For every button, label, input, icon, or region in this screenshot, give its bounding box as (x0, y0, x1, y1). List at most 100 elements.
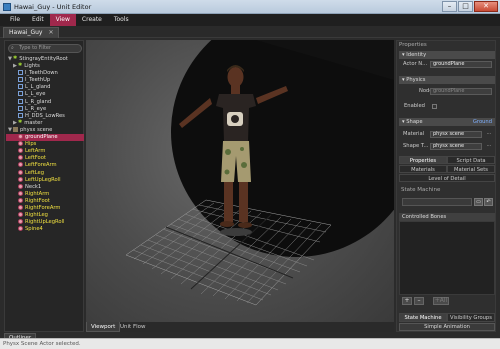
mesh-icon (18, 70, 23, 76)
tree-item[interactable]: LeftArm (6, 148, 84, 155)
enabled-checkbox[interactable] (432, 104, 437, 109)
tree-item-label: RightLeg (25, 212, 48, 219)
tree-item[interactable]: RightLeg (6, 212, 84, 219)
viewport-tab-bar: Viewport Unit Flow (86, 322, 394, 332)
bone-icon (18, 190, 23, 196)
section-shape[interactable]: ▾ Shape Ground (399, 118, 495, 126)
title-bar: Hawai_Guy - Unit Editor – □ ✕ (0, 0, 500, 14)
bone-icon (18, 183, 23, 189)
filter-input[interactable]: ⌕ Type to Filter (8, 44, 82, 53)
actor-name-label: Actor N... (403, 61, 428, 67)
outliner-panel: ⌕ Type to Filter ▼✱ StingrayEntityRoot ▶✱ L… (4, 40, 84, 332)
close-button[interactable]: ✕ (474, 1, 498, 12)
tree-item[interactable]: Hips (6, 141, 84, 148)
tab-state-machine[interactable]: State Machine (399, 313, 447, 322)
tab-properties[interactable]: Properties (399, 156, 447, 164)
tree-item-label: L_L_eye (25, 91, 46, 98)
material-select-dropdown[interactable]: ⋯ (485, 131, 493, 138)
tree-item-label: LeftArm (25, 148, 46, 155)
tree-item-label: RightForeArm (25, 204, 61, 211)
menu-edit[interactable]: Edit (26, 14, 50, 26)
tree-item-label: LeftForeArm (25, 162, 57, 169)
tree-item[interactable]: ▼ physx scene (6, 126, 84, 134)
window-controls: – □ ✕ (442, 1, 498, 12)
simple-animation-tab[interactable]: Simple Animation (399, 323, 495, 331)
controlled-bones-list[interactable] (399, 221, 495, 295)
tree-item[interactable]: LeftFoot (6, 155, 84, 162)
properties-tab-row-2: Materials Material Sets (399, 165, 495, 173)
tab-unit-flow[interactable]: Unit Flow (116, 322, 150, 332)
actor-name-field[interactable]: groundPlane (430, 61, 492, 68)
menu-view[interactable]: View (49, 14, 76, 26)
shape-template-select[interactable]: physx scene (430, 143, 482, 150)
section-physics[interactable]: ▾ Physics (399, 76, 495, 84)
tree-item-label: L_R_eye (25, 105, 47, 112)
mesh-icon (18, 91, 23, 97)
tree-item-label: LeftLeg (25, 169, 45, 176)
minimize-button[interactable]: – (442, 1, 457, 12)
tree-item[interactable]: L_R_eye (6, 105, 84, 113)
gear-icon: ✱ (18, 62, 23, 69)
menu-tools[interactable]: Tools (108, 14, 135, 26)
section-shape-label: Shape (406, 119, 423, 125)
tree-item[interactable]: groundPlane (6, 134, 84, 142)
actor-name-row: Actor N... groundPlane (401, 60, 495, 69)
material-select[interactable]: physx scene (430, 131, 482, 138)
bone-icon (18, 162, 23, 168)
bone-icon (18, 226, 23, 232)
tree-item[interactable]: RightForeArm (6, 204, 84, 212)
tree-item[interactable]: LeftLeg (6, 169, 84, 177)
tree-item-label: StingrayEntityRoot (19, 56, 68, 62)
mesh-icon (18, 105, 23, 111)
shape-template-dropdown[interactable]: ⋯ (485, 143, 493, 150)
remove-bone-button[interactable]: – (414, 297, 424, 305)
tree-item[interactable]: RightUpLegRoll (6, 219, 84, 226)
enabled-label: Enabled (404, 103, 425, 109)
tab-script-data[interactable]: Script Data (447, 156, 495, 164)
tab-materials[interactable]: Materials (399, 165, 447, 173)
tree-item[interactable]: L_R_gland (6, 98, 84, 106)
bone-icon (18, 204, 23, 210)
document-tab[interactable]: Hawai_Guy ✕ (3, 27, 60, 38)
tree-item[interactable]: LeftForeArm (6, 162, 84, 169)
node-field[interactable]: groundPlane (430, 88, 492, 95)
tree-item[interactable]: RightArm (6, 190, 84, 198)
add-bone-button[interactable]: + (402, 297, 412, 305)
tab-visibility-groups[interactable]: Visibility Groups (447, 313, 495, 322)
tree-item[interactable]: Spine4 (6, 226, 84, 233)
undo-icon[interactable]: ↶ (484, 198, 493, 206)
tree-item[interactable]: I_TeethDown (6, 70, 84, 77)
tree-item[interactable]: I_TeethUp (6, 77, 84, 84)
bone-icon (18, 134, 23, 140)
tree-item[interactable]: ▶✱ master (6, 118, 84, 127)
viewport-3d[interactable] (86, 40, 394, 322)
tree-item-label: RightUpLegRoll (25, 219, 65, 226)
tree-item[interactable]: RightFoot (6, 197, 84, 205)
tree-item-label: Hips (25, 141, 37, 148)
section-identity[interactable]: ▾ Identity (399, 51, 495, 59)
tree-item[interactable]: L_L_gland (6, 84, 84, 91)
tree-item[interactable]: Neck1 (6, 183, 84, 191)
controlled-bones-header: Controlled Bones (399, 213, 495, 221)
tree-item[interactable]: LeftUpLegRoll (6, 176, 84, 184)
gear-icon: ✱ (18, 118, 23, 125)
bone-icon (18, 176, 23, 182)
add-all-button[interactable]: +All (433, 297, 449, 305)
close-tab-icon[interactable]: ✕ (48, 29, 53, 36)
folder-icon[interactable]: ▭ (474, 198, 483, 206)
maximize-button[interactable]: □ (458, 1, 473, 12)
tree-item-label: I_TeethUp (25, 77, 51, 84)
tree-item-label: master (24, 119, 43, 126)
state-machine-field[interactable] (402, 198, 472, 206)
tab-level-of-detail[interactable]: Level of Detail (399, 174, 495, 182)
menu-file[interactable]: File (4, 14, 26, 26)
bone-icon (18, 148, 23, 154)
document-tab-bar: Hawai_Guy ✕ (0, 26, 500, 38)
state-machine-tab-bar: State Machine Visibility Groups (399, 313, 495, 322)
tree-item[interactable]: ▶✱ Lights (6, 63, 84, 70)
viewport-scene (125, 40, 394, 306)
material-row: Material physx scene ⋯ (401, 130, 495, 139)
tree-item[interactable]: L_L_eye (6, 91, 84, 98)
menu-create[interactable]: Create (76, 14, 108, 26)
tab-material-sets[interactable]: Material Sets (447, 165, 495, 173)
